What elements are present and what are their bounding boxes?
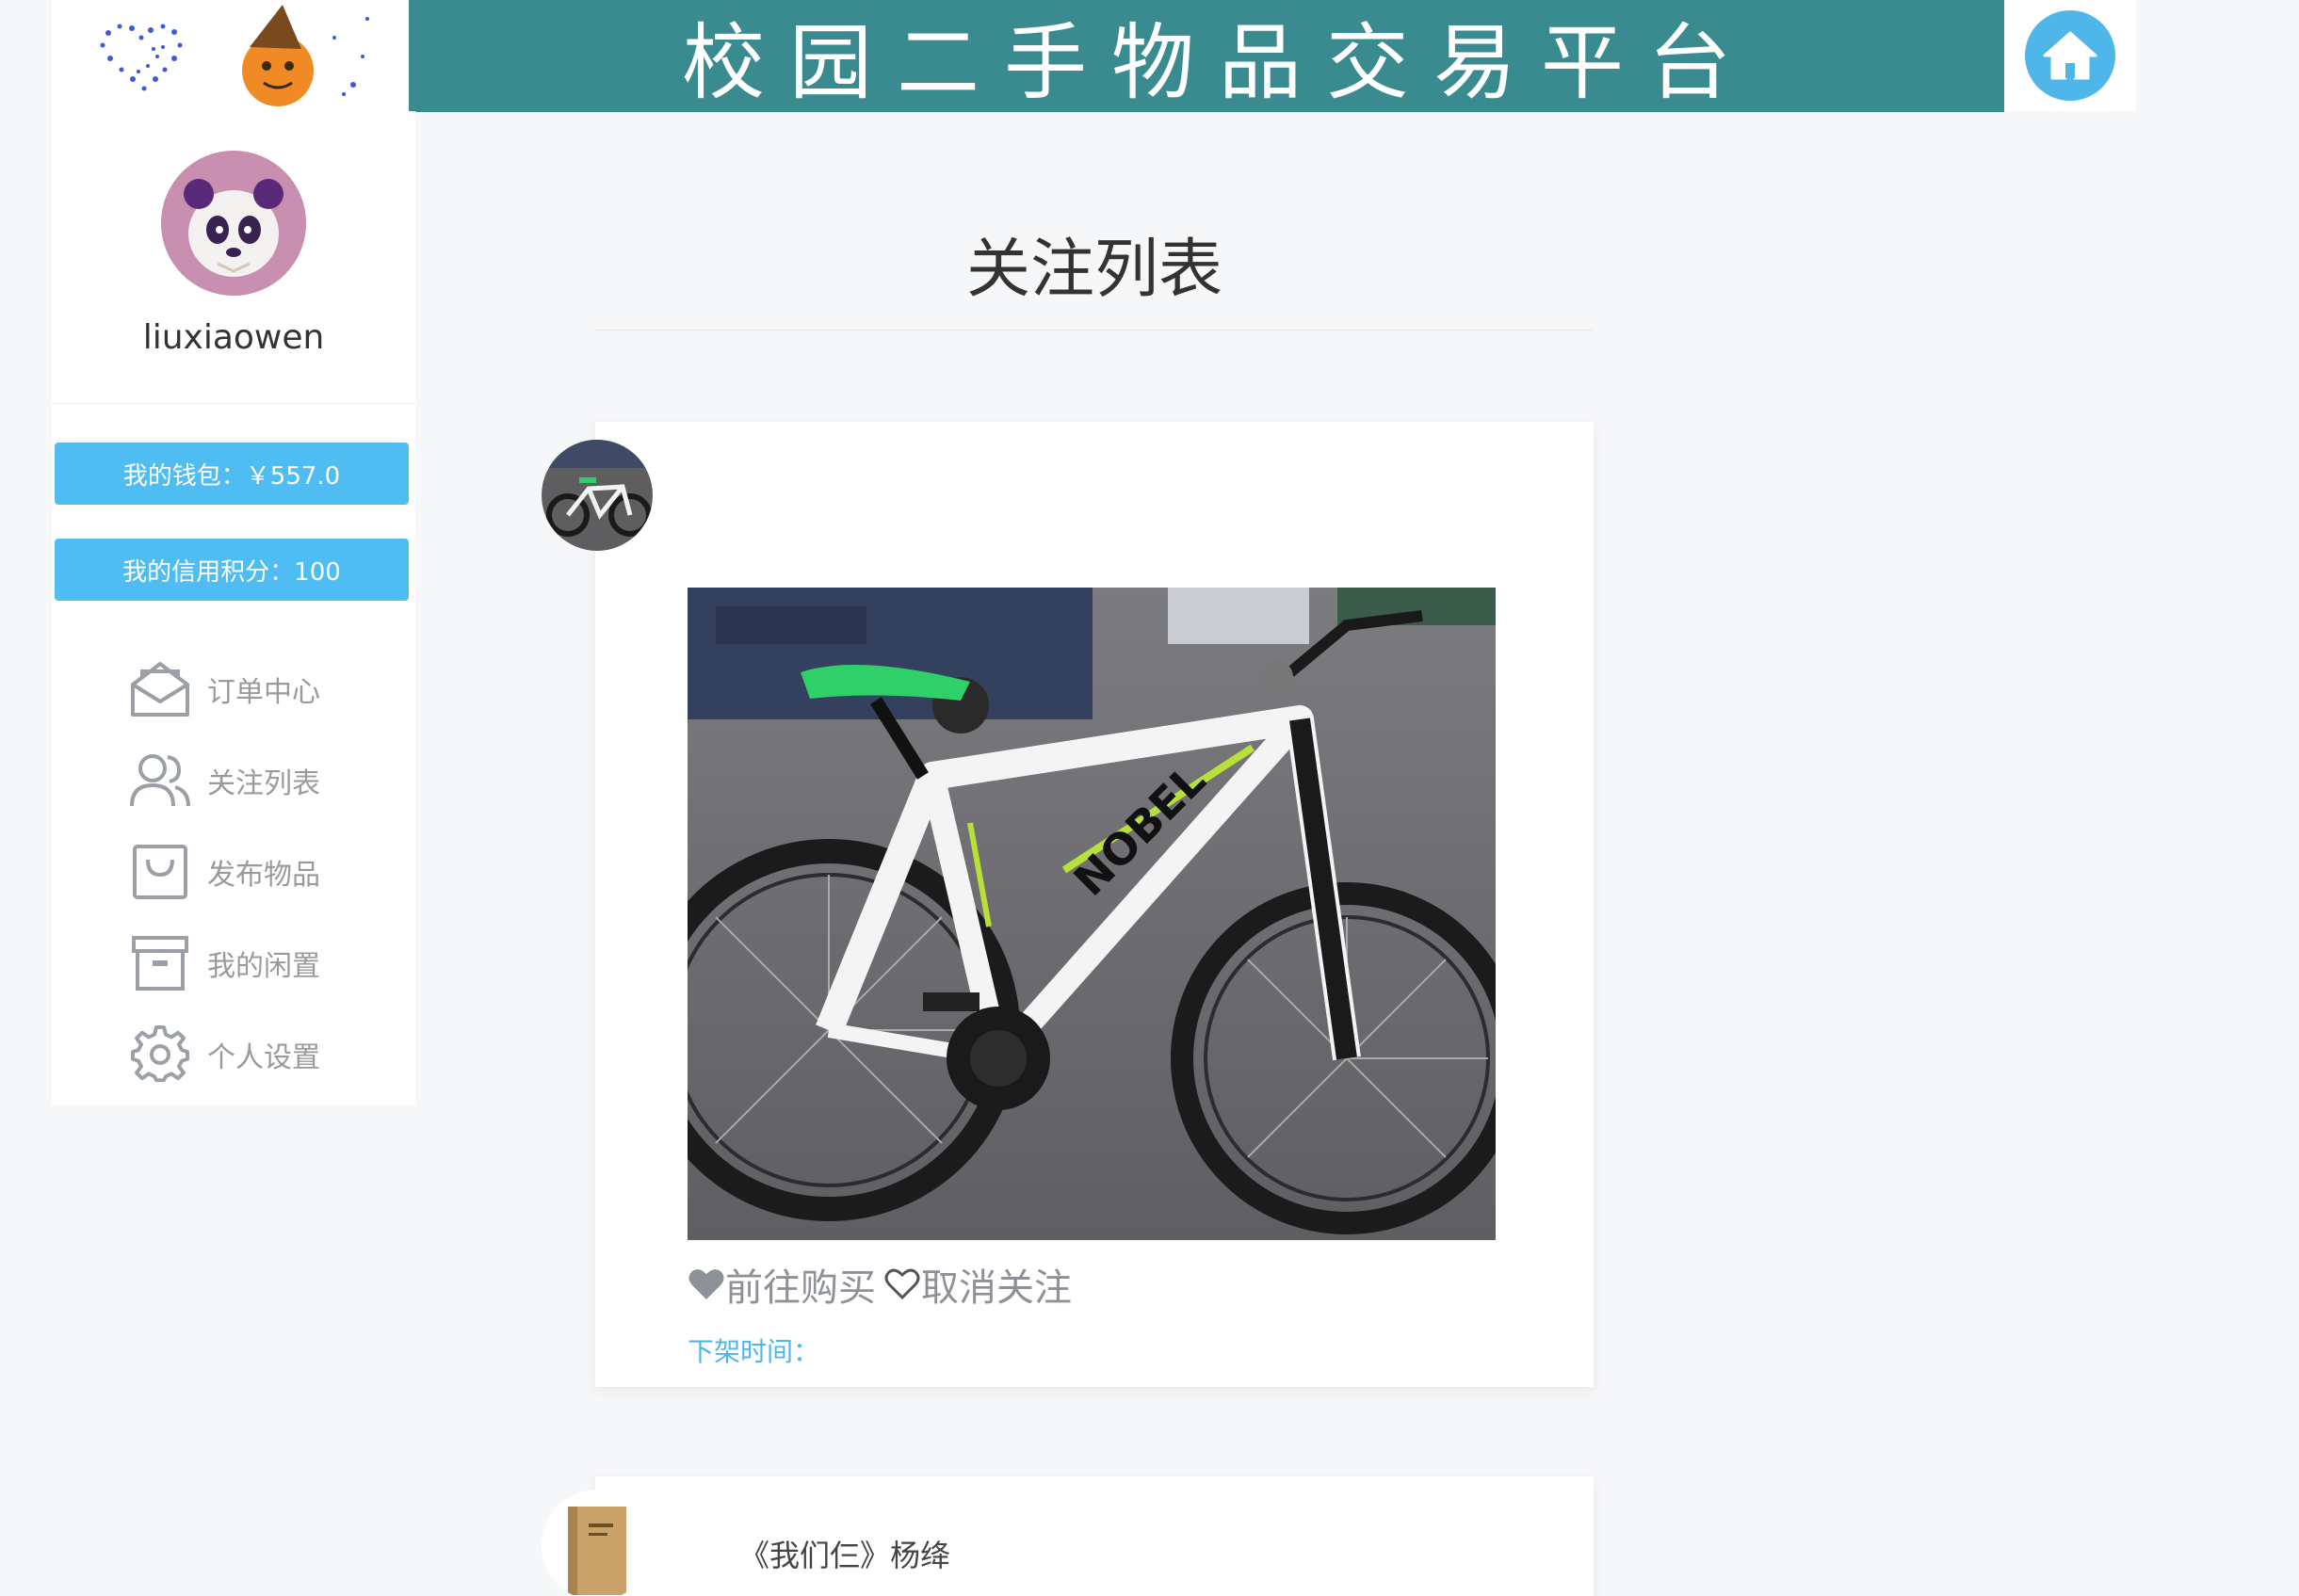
- offshelf-time: 下架时间：: [688, 1336, 820, 1367]
- sidebar-item-my-idle[interactable]: 我的闲置: [127, 917, 320, 1008]
- item-title[interactable]: 《我们仨》杨绛: [739, 1532, 950, 1575]
- bicycle-photo: NOBEL: [688, 588, 1496, 1240]
- item-actions: 前往购买 取消关注: [688, 1257, 1072, 1312]
- home-icon: [2043, 31, 2097, 80]
- book-thumbnail-image: [542, 1490, 653, 1596]
- item-thumbnail[interactable]: [542, 1490, 653, 1596]
- home-button[interactable]: [2025, 10, 2115, 101]
- sidebar-item-label: 订单中心: [207, 675, 320, 709]
- sidebar-item-settings[interactable]: 个人设置: [127, 1008, 320, 1100]
- unfollow-label: 取消关注: [921, 1266, 1072, 1310]
- sidebar: liuxiaowen 我的钱包：￥557.0 我的信用积分：100 订单中心 关…: [52, 111, 415, 1104]
- wallet-button[interactable]: 我的钱包：￥557.0: [55, 443, 409, 505]
- sidebar-menu: 订单中心 关注列表 发布物品 我的闲置 个人设置: [127, 643, 320, 1100]
- sidebar-item-orders[interactable]: 订单中心: [127, 643, 320, 734]
- envelope-open-icon: [127, 656, 193, 722]
- avatar[interactable]: [161, 151, 306, 296]
- site-title: 校园二手物品交易平台: [681, 14, 1756, 111]
- wallet-label: 我的钱包：￥557.0: [122, 461, 341, 491]
- item-thumbnail[interactable]: [542, 440, 653, 551]
- credit-score-button[interactable]: 我的信用积分：100: [55, 539, 409, 601]
- sidebar-item-publish[interactable]: 发布物品: [127, 826, 320, 917]
- sidebar-divider: [52, 403, 415, 404]
- sidebar-item-label: 我的闲置: [207, 949, 320, 983]
- buy-label: 前往购买: [725, 1266, 876, 1310]
- panda-avatar-image: [161, 151, 306, 296]
- users-icon: [127, 748, 193, 814]
- header-banner: 校园二手物品交易平台: [409, 0, 2004, 112]
- shopping-bag-icon: [127, 839, 193, 905]
- product-image[interactable]: NOBEL: [688, 588, 1496, 1240]
- home-area: [2004, 0, 2136, 111]
- gear-icon: [127, 1022, 193, 1088]
- sidebar-item-label: 个人设置: [207, 1040, 320, 1074]
- sidebar-item-label: 发布物品: [207, 858, 320, 892]
- username: liuxiaowen: [142, 318, 325, 357]
- buy-link[interactable]: 前往购买: [688, 1257, 876, 1312]
- sidebar-item-following[interactable]: 关注列表: [127, 734, 320, 826]
- archive-box-icon: [127, 930, 193, 996]
- heart-filled-icon: [688, 1269, 724, 1299]
- credit-score-label: 我的信用积分：100: [122, 557, 341, 587]
- heart-outline-icon: [884, 1268, 920, 1300]
- bicycle-thumbnail-image: [542, 440, 653, 551]
- sidebar-item-label: 关注列表: [207, 766, 320, 800]
- logo-illustration: [100, 5, 369, 106]
- site-logo: [52, 0, 410, 111]
- unfollow-link[interactable]: 取消关注: [883, 1257, 1072, 1312]
- page-title: 关注列表: [965, 233, 1222, 307]
